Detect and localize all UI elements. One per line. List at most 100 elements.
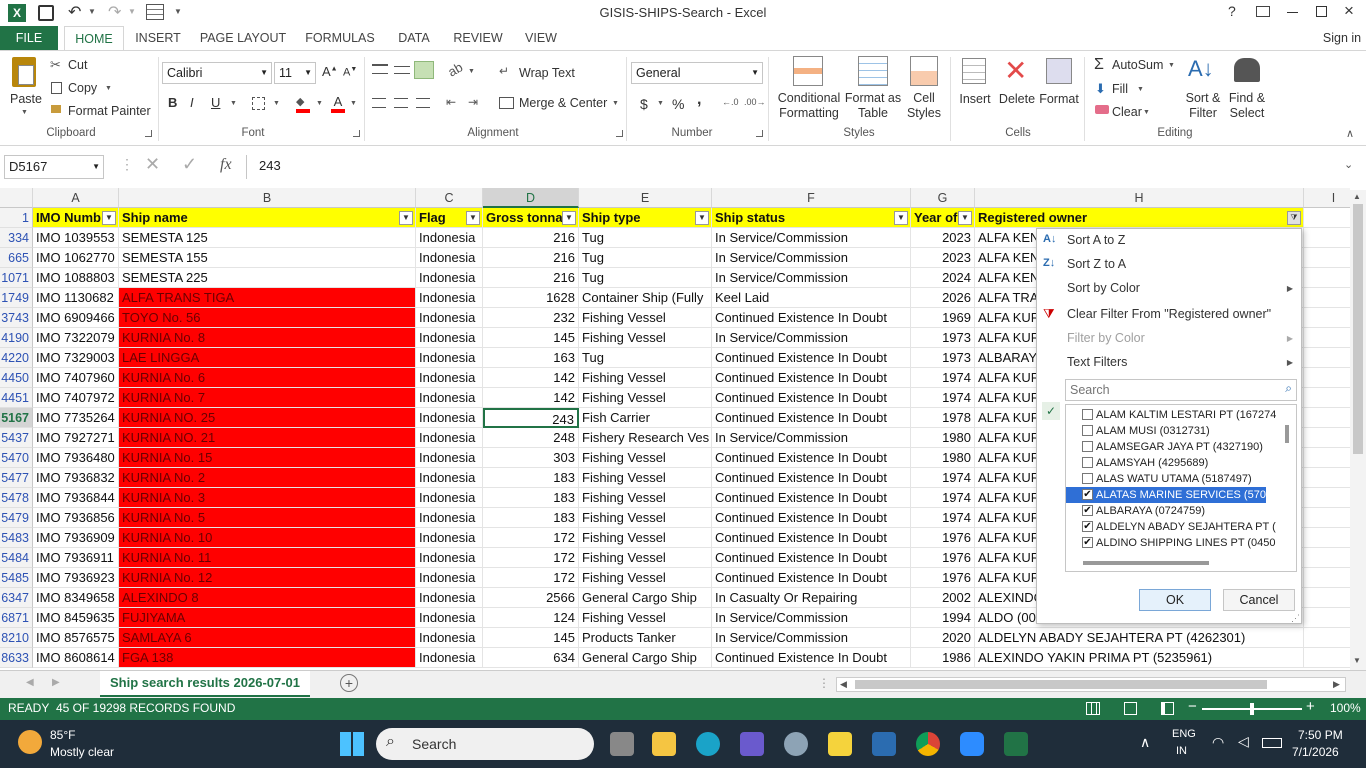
cell-ship-status[interactable]: Continued Existence In Doubt — [712, 548, 911, 568]
empty-cell[interactable] — [1304, 308, 1350, 328]
cell-ship-status[interactable]: Continued Existence In Doubt — [712, 368, 911, 388]
copy-dropdown-icon[interactable]: ▼ — [105, 85, 112, 92]
cell-gross-tonnage[interactable]: 163 — [483, 348, 579, 368]
cell-styles-button[interactable]: Cell Styles — [902, 91, 946, 121]
cell-imo[interactable]: IMO 7936480 — [33, 448, 119, 468]
hscroll-thumb[interactable] — [855, 680, 1267, 689]
sheet-tab-active[interactable]: Ship search results 2026-07-01 — [100, 671, 310, 697]
cell-gross-tonnage[interactable]: 183 — [483, 488, 579, 508]
cell-flag[interactable]: Indonesia — [416, 268, 483, 288]
hscroll-left-icon[interactable]: ◀ — [840, 679, 847, 690]
cell-ship-status[interactable]: In Service/Commission — [712, 608, 911, 628]
empty-cell[interactable] — [1304, 388, 1350, 408]
number-launcher-icon[interactable] — [756, 130, 763, 137]
cell-year[interactable]: 1973 — [911, 348, 975, 368]
cell-ship-name[interactable]: ALEXINDO 8 — [119, 588, 416, 608]
insert-function-button[interactable]: fx — [220, 156, 232, 174]
cell-ship-type[interactable]: Tug — [579, 268, 712, 288]
scroll-down-icon[interactable]: ▼ — [1353, 656, 1361, 665]
row-header[interactable]: 5478 — [0, 488, 33, 508]
cell-ship-type[interactable]: Tug — [579, 348, 712, 368]
sort-by-color-item[interactable]: Sort by Color — [1067, 277, 1297, 299]
underline-dropdown-icon[interactable]: ▼ — [230, 100, 237, 107]
cell-ship-status[interactable]: Continued Existence In Doubt — [712, 348, 911, 368]
empty-cell[interactable] — [1304, 488, 1350, 508]
ribbon-display-icon[interactable] — [1256, 6, 1270, 17]
cell-year[interactable]: 1974 — [911, 508, 975, 528]
cell-ship-name[interactable]: KURNIA No. 3 — [119, 488, 416, 508]
cell-flag[interactable]: Indonesia — [416, 448, 483, 468]
checkbox-checked-icon[interactable]: ✔ — [1082, 505, 1093, 516]
filter-list-item[interactable]: ALAM MUSI (0312731) — [1066, 423, 1276, 439]
row-header[interactable]: 5485 — [0, 568, 33, 588]
cell-year[interactable]: 2020 — [911, 628, 975, 648]
cell-registered-owner[interactable]: ALEXINDO YAKIN PRIMA PT (5235961) — [975, 648, 1304, 668]
empty-cell[interactable] — [1304, 588, 1350, 608]
tab-view[interactable]: VIEW — [518, 26, 564, 50]
vertical-scrollbar[interactable]: ▲ ▼ — [1350, 190, 1366, 670]
filter-active-icon[interactable]: ⧩ — [1287, 211, 1301, 225]
restore-icon[interactable] — [1316, 6, 1327, 17]
clear-dropdown-icon[interactable]: ▼ — [1143, 109, 1150, 116]
filter-list-item[interactable]: ALAMSYAH (4295689) — [1066, 455, 1276, 471]
cell-imo[interactable]: IMO 8608614 — [33, 648, 119, 668]
cell-ship-type[interactable]: Fishing Vessel — [579, 308, 712, 328]
column-header-h[interactable]: H — [975, 188, 1304, 208]
cell-ship-type[interactable]: Fishing Vessel — [579, 468, 712, 488]
clear-filter-item[interactable]: Clear Filter From "Registered owner" — [1067, 303, 1271, 325]
cell-ship-status[interactable]: Keel Laid — [712, 288, 911, 308]
borders-dropdown-icon[interactable]: ▼ — [273, 100, 280, 107]
cell-flag[interactable]: Indonesia — [416, 308, 483, 328]
normal-view-icon[interactable] — [1086, 702, 1100, 715]
cell-year[interactable]: 1986 — [911, 648, 975, 668]
find-select-button[interactable]: Find & Select — [1224, 91, 1270, 121]
cell-ship-type[interactable]: Fish Carrier — [579, 408, 712, 428]
cell-imo[interactable]: IMO 8576575 — [33, 628, 119, 648]
cell-flag[interactable]: Indonesia — [416, 568, 483, 588]
hscroll-right-icon[interactable]: ▶ — [1333, 679, 1340, 690]
cell-ship-type[interactable]: Fishing Vessel — [579, 548, 712, 568]
cell-imo[interactable]: IMO 7936832 — [33, 468, 119, 488]
cell-ship-name[interactable]: KURNIA No. 6 — [119, 368, 416, 388]
cell-year[interactable]: 2023 — [911, 228, 975, 248]
cell-ship-status[interactable]: Continued Existence In Doubt — [712, 528, 911, 548]
cell-ship-name[interactable]: KURNIA No. 15 — [119, 448, 416, 468]
percent-button[interactable]: % — [672, 96, 684, 112]
empty-cell[interactable] — [1304, 648, 1350, 668]
checkbox-unchecked-icon[interactable] — [1082, 457, 1093, 468]
cell-flag[interactable]: Indonesia — [416, 628, 483, 648]
filter-list-item[interactable]: ✔ ALBARAYA (0724759) — [1066, 503, 1276, 519]
help-icon[interactable]: ? — [1228, 3, 1236, 19]
cell-ship-type[interactable]: Tug — [579, 248, 712, 268]
cell-imo[interactable]: IMO 7322079 — [33, 328, 119, 348]
header-cell[interactable]: Ship name — [119, 208, 416, 228]
tab-page-layout[interactable]: PAGE LAYOUT — [196, 26, 290, 50]
cell-imo[interactable]: IMO 7936844 — [33, 488, 119, 508]
tab-home[interactable]: HOME — [64, 26, 124, 50]
cut-button[interactable]: Cut — [68, 58, 87, 72]
filter-dropdown-icon[interactable]: ▼ — [399, 211, 413, 225]
cell-imo[interactable]: IMO 8349658 — [33, 588, 119, 608]
cell-ship-name[interactable]: SEMESTA 225 — [119, 268, 416, 288]
cell-ship-status[interactable]: In Service/Commission — [712, 248, 911, 268]
resize-grip-icon[interactable]: ⋰ — [1291, 613, 1300, 624]
paste-dropdown-icon[interactable]: ▼ — [21, 109, 28, 116]
cell-ship-status[interactable]: Continued Existence In Doubt — [712, 468, 911, 488]
page-layout-view-icon[interactable] — [1124, 702, 1137, 715]
cell-gross-tonnage[interactable]: 2566 — [483, 588, 579, 608]
text-filters-item[interactable]: Text Filters — [1067, 351, 1297, 373]
empty-cell[interactable] — [1304, 248, 1350, 268]
cell-gross-tonnage[interactable]: 172 — [483, 568, 579, 588]
cell-ship-status[interactable]: In Service/Commission — [712, 428, 911, 448]
paste-button[interactable]: Paste — [6, 92, 46, 107]
cell-ship-status[interactable]: Continued Existence In Doubt — [712, 448, 911, 468]
battery-icon[interactable] — [1262, 738, 1282, 748]
cell-ship-name[interactable]: KURNIA No. 10 — [119, 528, 416, 548]
cell-year[interactable]: 1974 — [911, 388, 975, 408]
sort-filter-button[interactable]: Sort & Filter — [1180, 91, 1226, 121]
column-header-f[interactable]: F — [712, 188, 911, 208]
cell-ship-name[interactable]: KURNIA No. 8 — [119, 328, 416, 348]
filter-search-box[interactable]: ⌕ — [1065, 379, 1297, 401]
row-header[interactable]: 8633 — [0, 648, 33, 668]
start-icon[interactable] — [340, 732, 364, 756]
